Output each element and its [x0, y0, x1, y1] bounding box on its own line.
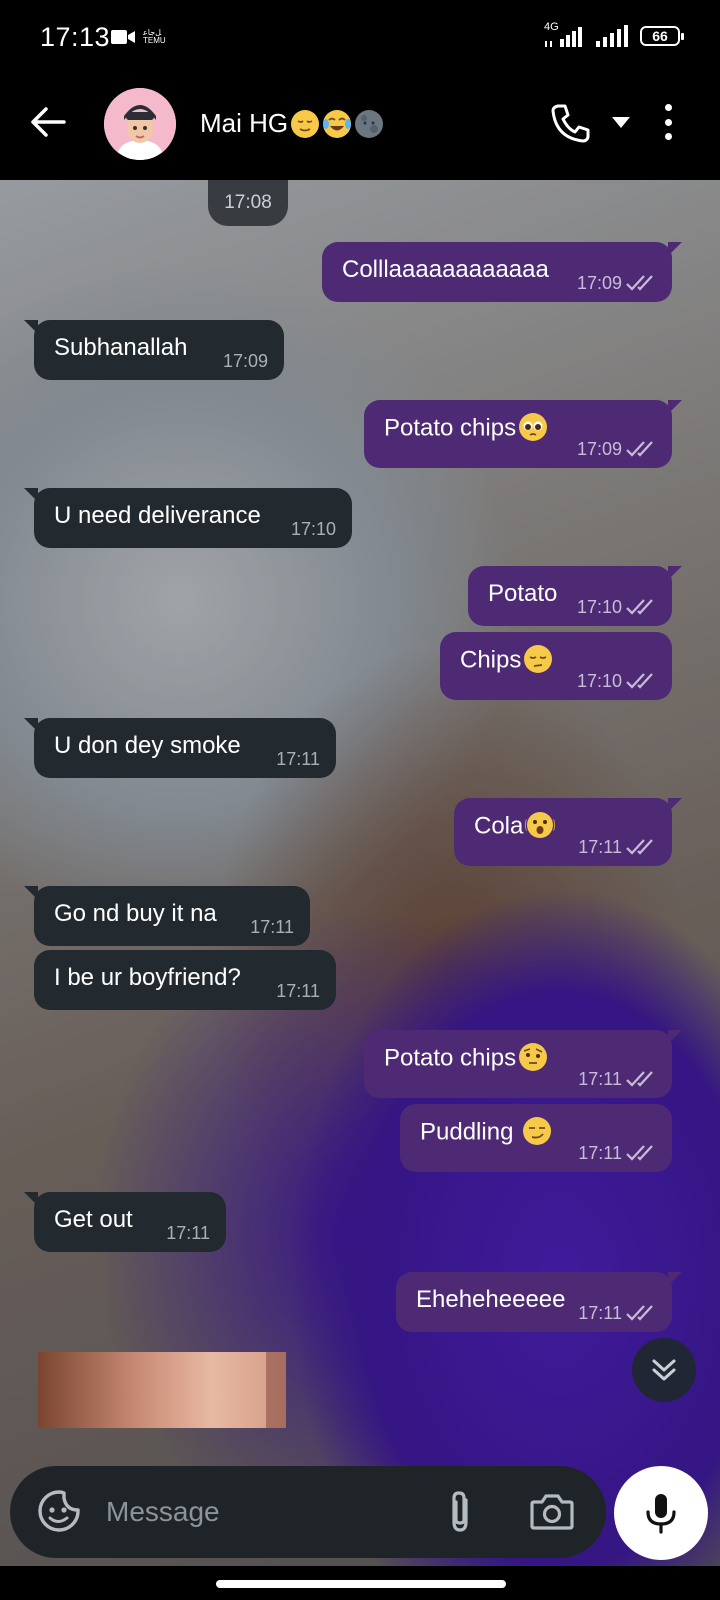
double-check-icon	[626, 1305, 653, 1321]
message-outgoing[interactable]: Potato 17:10	[468, 566, 682, 626]
chat-header: Mai HG	[0, 78, 720, 180]
contact-avatar-image	[104, 88, 176, 160]
message-time: 17:10	[576, 671, 622, 691]
message-incoming[interactable]: U need deliverance 17:10	[24, 488, 352, 548]
message-time: 17:11	[276, 981, 320, 1001]
message-composer	[10, 1466, 606, 1558]
chat-area[interactable]: 17:08 Colllaaaaaaaaaaaa 17:09 Subhanalla…	[0, 180, 720, 1566]
more-options-button[interactable]	[660, 100, 676, 144]
double-check-icon	[626, 441, 653, 457]
home-indicator[interactable]	[216, 1580, 506, 1588]
message-time: 17:11	[578, 1303, 622, 1323]
new-moon-emoji-icon	[355, 109, 384, 138]
signal-4g-icon: 4G	[544, 21, 586, 47]
camera-icon	[530, 1494, 574, 1530]
video-camera-icon	[111, 30, 135, 44]
pleading-face-emoji-icon	[519, 413, 548, 441]
battery-icon: 66	[640, 26, 684, 46]
sticker-smiley-icon	[38, 1490, 80, 1532]
double-check-icon	[626, 275, 653, 291]
avatar[interactable]	[104, 88, 176, 160]
message-time: 17:09	[576, 273, 622, 293]
emoji-sticker-button[interactable]	[36, 1488, 82, 1534]
message-time: 17:11	[250, 917, 294, 937]
status-bar: 17:13 ﻞﺟﺎﻋ TEMU 4G 66	[0, 0, 720, 78]
message-text: Potato chips	[384, 1043, 548, 1074]
message-time: 17:11	[276, 749, 320, 769]
back-button[interactable]	[28, 102, 68, 142]
message-input[interactable]	[106, 1488, 416, 1536]
message-text: Get out	[54, 1206, 133, 1233]
date-chip: 17:08	[208, 180, 288, 226]
message-outgoing[interactable]: Potato chips 17:09	[364, 400, 682, 468]
message-text: I be ur boyfriend?	[54, 964, 241, 991]
call-options-button[interactable]	[610, 114, 632, 130]
message-time: 17:11	[166, 1223, 210, 1243]
message-text: Subhanallah	[54, 334, 188, 361]
message-text: Puddling	[420, 1117, 552, 1148]
message-time: 17:11	[578, 1069, 622, 1089]
message-text: Go nd buy it na	[54, 900, 217, 927]
message-text: Chips	[460, 645, 553, 676]
image-message-preview[interactable]	[38, 1352, 286, 1428]
camera-button[interactable]	[530, 1490, 574, 1532]
shaking-face-emoji-icon	[525, 812, 556, 838]
voice-message-button[interactable]	[614, 1466, 708, 1560]
pensive-face-emoji-icon	[524, 645, 553, 673]
message-text: Potato chips	[384, 413, 548, 444]
double-check-icon	[626, 839, 653, 855]
message-text: Potato	[488, 580, 558, 607]
message-text: U don dey smoke	[54, 732, 241, 759]
caret-down-icon	[612, 117, 630, 128]
dot-icon	[664, 133, 672, 140]
message-text: Colllaaaaaaaaaaaa	[342, 256, 549, 283]
message-text: Cola	[474, 812, 556, 842]
message-time: 17:11	[578, 837, 622, 857]
contact-name[interactable]: Mai HG	[200, 108, 384, 139]
double-check-icon	[626, 599, 653, 615]
message-outgoing[interactable]: Chips 17:10	[440, 632, 672, 700]
message-time: 17:10	[576, 597, 622, 617]
status-right: 4G 66	[544, 21, 684, 47]
microphone-icon	[646, 1494, 676, 1534]
message-time: 17:10	[290, 519, 336, 539]
message-outgoing[interactable]: Potato chips 17:11	[364, 1030, 682, 1098]
message-time: 17:09	[576, 439, 622, 459]
smirking-face-emoji-icon	[523, 1117, 552, 1145]
double-check-icon	[626, 1071, 653, 1087]
message-incoming[interactable]: Get out 17:11	[24, 1192, 226, 1252]
arrow-left-icon	[31, 107, 66, 137]
notification-app-label: ﻞﺟﺎﻋ TEMU	[143, 28, 166, 45]
dot-icon	[664, 118, 672, 126]
message-text: U need deliverance	[54, 502, 261, 529]
scroll-to-bottom-button[interactable]	[632, 1338, 696, 1402]
status-notification-icons: ﻞﺟﺎﻋ TEMU	[111, 28, 166, 46]
double-check-icon	[626, 673, 653, 689]
message-time: 17:09	[222, 351, 268, 371]
face-with-raised-eyebrow-emoji-icon	[519, 1043, 548, 1071]
status-time: 17:13	[40, 22, 111, 52]
signal-icon	[596, 25, 628, 47]
attach-button[interactable]	[440, 1488, 480, 1536]
tears-of-joy-emoji-icon	[323, 109, 352, 138]
paperclip-icon	[452, 1491, 468, 1532]
phone-icon	[551, 104, 590, 143]
message-time: 17:11	[578, 1143, 622, 1163]
message-outgoing[interactable]: Cola 17:11	[454, 798, 682, 866]
message-text: Eheheheeeee	[416, 1286, 566, 1313]
double-check-icon	[626, 1145, 653, 1161]
message-incoming[interactable]: U don dey smoke 17:11	[24, 718, 336, 778]
message-incoming[interactable]: Subhanallah 17:09	[24, 320, 284, 380]
relieved-face-emoji-icon	[291, 109, 320, 138]
double-chevron-down-icon	[652, 1359, 676, 1381]
message-incoming[interactable]: Go nd buy it na 17:11	[24, 886, 310, 946]
message-outgoing[interactable]: Puddling 17:11	[400, 1104, 672, 1172]
message-outgoing[interactable]: Colllaaaaaaaaaaaa 17:09	[322, 242, 682, 302]
message-outgoing[interactable]: Eheheheeeee 17:11	[396, 1272, 682, 1332]
message-incoming[interactable]: I be ur boyfriend? 17:11	[34, 950, 336, 1010]
dot-icon	[664, 104, 672, 111]
call-button[interactable]	[550, 102, 592, 144]
